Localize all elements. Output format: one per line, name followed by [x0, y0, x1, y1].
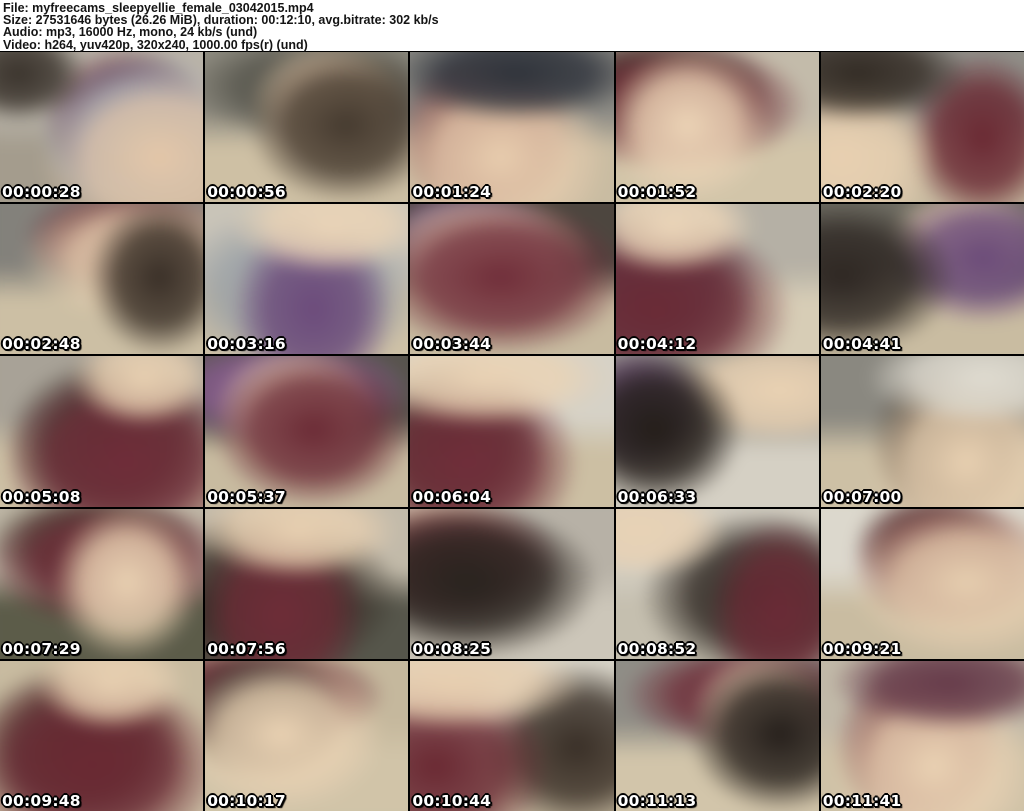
timestamp-label: 00:11:41	[822, 791, 902, 810]
thumbnail-image-placeholder	[205, 660, 409, 811]
timestamp-label: 00:01:24	[412, 183, 492, 202]
timestamp-label: 00:09:48	[2, 791, 81, 810]
thumbnail-frame: 00:07:56	[205, 508, 409, 659]
thumbnail-frame: 00:00:28	[0, 52, 204, 203]
thumbnail-frame: 00:04:41	[820, 204, 1024, 355]
thumbnail-frame: 00:06:04	[410, 356, 614, 507]
thumbnail-image-placeholder	[0, 52, 204, 203]
thumbnail-frame: 00:10:17	[205, 660, 409, 811]
thumbnail-image-placeholder	[410, 204, 614, 355]
timestamp-label: 00:03:44	[412, 335, 492, 354]
thumbnail-image-placeholder	[0, 508, 204, 659]
thumbnail-grid: 00:00:28 00:00:56 00:01:24 00:01:52 00:02:20…	[0, 52, 1024, 811]
thumbnail-image-placeholder	[615, 52, 819, 203]
timestamp-label: 00:10:17	[207, 791, 286, 810]
timestamp-label: 00:11:13	[617, 791, 697, 810]
thumbnail-frame: 00:11:13	[615, 660, 819, 811]
timestamp-label: 00:00:56	[207, 183, 286, 202]
timestamp-label: 00:06:33	[617, 487, 697, 506]
thumbnail-image-placeholder	[410, 660, 614, 811]
timestamp-label: 00:01:52	[617, 183, 697, 202]
thumbnail-image-placeholder	[0, 356, 204, 507]
thumbnail-frame: 00:00:56	[205, 52, 409, 203]
thumbnail-frame: 00:07:29	[0, 508, 204, 659]
thumbnail-frame: 00:02:48	[0, 204, 204, 355]
thumbnail-image-placeholder	[615, 508, 819, 659]
timestamp-label: 00:08:25	[412, 639, 492, 658]
thumbnail-frame: 00:06:33	[615, 356, 819, 507]
video-info-line: Video: h264, yuv420p, 320x240, 1000.00 f…	[3, 37, 308, 52]
timestamp-label: 00:00:28	[2, 183, 81, 202]
thumbnail-image-placeholder	[205, 356, 409, 507]
thumbnail-frame: 00:01:24	[410, 52, 614, 203]
thumbnail-frame: 00:07:00	[820, 356, 1024, 507]
thumbnail-image-placeholder	[0, 204, 204, 355]
timestamp-label: 00:03:16	[207, 335, 286, 354]
timestamp-label: 00:05:08	[2, 487, 81, 506]
thumbnail-frame: 00:03:44	[410, 204, 614, 355]
thumbnail-frame: 00:01:52	[615, 52, 819, 203]
thumbnail-image-placeholder	[615, 356, 819, 507]
thumbnail-image-placeholder	[205, 508, 409, 659]
audio-info-line: Audio: mp3, 16000 Hz, mono, 24 kb/s (und…	[3, 25, 258, 40]
timestamp-label: 00:05:37	[207, 487, 286, 506]
thumbnail-image-placeholder	[820, 508, 1024, 659]
timestamp-label: 00:07:00	[822, 487, 902, 506]
thumbnail-frame: 00:09:21	[820, 508, 1024, 659]
thumbnail-image-placeholder	[410, 356, 614, 507]
thumbnail-image-placeholder	[615, 204, 819, 355]
thumbnail-image-placeholder	[410, 52, 614, 203]
timestamp-label: 00:02:48	[2, 335, 81, 354]
thumbnail-image-placeholder	[205, 204, 409, 355]
timestamp-label: 00:04:12	[617, 335, 697, 354]
timestamp-label: 00:09:21	[822, 639, 902, 658]
video-contact-sheet: File: myfreecams_sleepyellie_female_0304…	[0, 0, 1024, 811]
thumbnail-image-placeholder	[0, 660, 204, 811]
timestamp-label: 00:07:29	[2, 639, 81, 658]
thumbnail-frame: 00:04:12	[615, 204, 819, 355]
thumbnail-image-placeholder	[410, 508, 614, 659]
timestamp-label: 00:08:52	[617, 639, 697, 658]
thumbnail-image-placeholder	[205, 52, 409, 203]
thumbnail-frame: 00:02:20	[820, 52, 1024, 203]
timestamp-label: 00:04:41	[822, 335, 902, 354]
thumbnail-frame: 00:08:52	[615, 508, 819, 659]
thumbnail-frame: 00:10:44	[410, 660, 614, 811]
timestamp-label: 00:07:56	[207, 639, 286, 658]
thumbnail-image-placeholder	[820, 660, 1024, 811]
thumbnail-image-placeholder	[820, 356, 1024, 507]
thumbnail-frame: 00:08:25	[410, 508, 614, 659]
thumbnail-image-placeholder	[820, 52, 1024, 203]
thumbnail-frame: 00:11:41	[820, 660, 1024, 811]
timestamp-label: 00:06:04	[412, 487, 492, 506]
timestamp-label: 00:02:20	[822, 183, 902, 202]
thumbnail-frame: 00:05:08	[0, 356, 204, 507]
thumbnail-image-placeholder	[820, 204, 1024, 355]
thumbnail-frame: 00:03:16	[205, 204, 409, 355]
thumbnail-frame: 00:05:37	[205, 356, 409, 507]
file-info-header: File: myfreecams_sleepyellie_female_0304…	[0, 0, 1024, 51]
timestamp-label: 00:10:44	[412, 791, 492, 810]
thumbnail-frame: 00:09:48	[0, 660, 204, 811]
thumbnail-image-placeholder	[615, 660, 819, 811]
